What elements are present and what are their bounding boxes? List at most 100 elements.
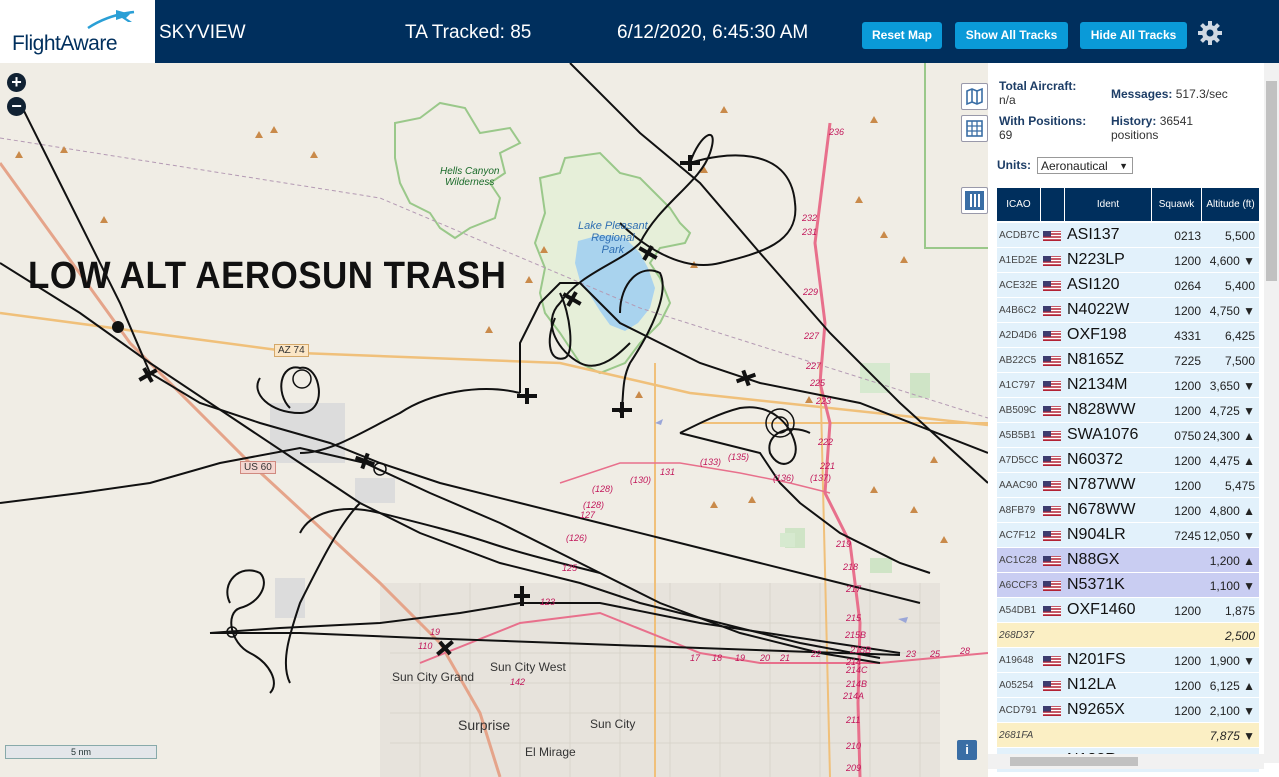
cell-squawk: 1200 xyxy=(1174,404,1201,418)
map-canvas[interactable]: 236 232 231 229 227 227 225 223 222 221 219 218 … xyxy=(0,63,988,777)
svg-text:214A: 214A xyxy=(842,691,864,701)
table-row[interactable]: A19648 N201FS 1200 1,900 ▼ xyxy=(997,647,1259,672)
table-row[interactable]: A5B5B1 SWA1076 0750 24,300 ▲ xyxy=(997,422,1259,447)
table-row[interactable]: ACD791 N9265X 1200 2,100 ▼ xyxy=(997,697,1259,722)
cell-ident: N88GX xyxy=(1067,551,1120,568)
table-row[interactable]: 2681FA 7,875 ▼ xyxy=(997,722,1259,747)
svg-text:210: 210 xyxy=(845,741,861,751)
table-row[interactable]: AB509C N828WW 1200 4,725 ▼ xyxy=(997,397,1259,422)
columns-toggle-button[interactable] xyxy=(961,187,988,214)
svg-text:23: 23 xyxy=(905,649,916,659)
cell-altitude: 1,200 ▲ xyxy=(1209,554,1255,568)
with-positions-label: With Positions: xyxy=(999,114,1087,128)
cell-altitude: 2,100 ▼ xyxy=(1209,704,1255,718)
map-label-el-mirage: El Mirage xyxy=(525,745,576,759)
cell-altitude: 4,600 ▼ xyxy=(1209,254,1255,268)
svg-text:225: 225 xyxy=(809,378,826,388)
table-row[interactable]: ACE32E ASI120 0264 5,400 xyxy=(997,272,1259,297)
table-row[interactable]: A54DB1 OXF1460 1200 1,875 xyxy=(997,597,1259,622)
col-header-ident[interactable]: Ident xyxy=(1065,188,1151,221)
cell-altitude: 1,875 xyxy=(1224,604,1255,618)
table-row[interactable]: A05254 N12LA 1200 6,125 ▲ xyxy=(997,672,1259,697)
table-row[interactable]: AB22C5 N8165Z 7225 7,500 xyxy=(997,347,1259,372)
us-flag-icon xyxy=(1043,556,1061,566)
messages-label: Messages: xyxy=(1111,87,1173,101)
col-header-altitude[interactable]: Altitude (ft) xyxy=(1202,188,1259,221)
zoom-out-button[interactable]: − xyxy=(7,97,26,116)
us-flag-icon xyxy=(1043,456,1061,466)
table-row[interactable]: AC1C28 N88GX 1,200 ▲ xyxy=(997,547,1259,572)
col-header-flag[interactable] xyxy=(1041,188,1064,221)
cell-ident: N787WW xyxy=(1067,476,1136,493)
cell-ident: N9265X xyxy=(1067,701,1125,718)
svg-text:142: 142 xyxy=(510,677,525,687)
cell-squawk: 1200 xyxy=(1174,304,1201,318)
horizontal-scrollbar[interactable] xyxy=(988,754,1264,769)
table-row[interactable]: A8FB79 N678WW 1200 4,800 ▲ xyxy=(997,497,1259,522)
table-row[interactable]: A4B6C2 N4022W 1200 4,750 ▼ xyxy=(997,297,1259,322)
units-label: Units: xyxy=(997,158,1031,172)
svg-text:(133): (133) xyxy=(700,457,721,467)
col-header-squawk[interactable]: Squawk xyxy=(1152,188,1201,221)
cell-ident: N4022W xyxy=(1067,301,1130,318)
scrollbar-thumb[interactable] xyxy=(1266,81,1277,281)
chevron-down-icon: ▼ xyxy=(1119,161,1128,171)
map-label-surprise: Surprise xyxy=(458,717,511,733)
us-flag-icon xyxy=(1043,681,1061,691)
us-flag-icon xyxy=(1043,306,1061,316)
table-row[interactable]: A1C797 N2134M 1200 3,650 ▼ xyxy=(997,372,1259,397)
svg-text:25: 25 xyxy=(929,649,941,659)
svg-text:215: 215 xyxy=(845,613,862,623)
table-row[interactable]: AAAC90 N787WW 1200 5,475 xyxy=(997,472,1259,497)
cell-ident: N2134M xyxy=(1067,376,1128,393)
table-row[interactable]: A6CCF3 N5371K 1,100 ▼ xyxy=(997,572,1259,597)
units-select[interactable]: Aeronautical ▼ xyxy=(1037,157,1133,174)
map-icon xyxy=(966,87,983,106)
svg-text:127: 127 xyxy=(580,510,596,520)
show-all-tracks-button[interactable]: Show All Tracks xyxy=(955,22,1068,49)
hide-all-tracks-button[interactable]: Hide All Tracks xyxy=(1080,22,1187,49)
cell-icao: A7D5CC xyxy=(999,455,1039,466)
map-label-az74: AZ 74 xyxy=(274,344,309,357)
logo-plane-icon xyxy=(87,10,135,30)
table-row[interactable]: A2D4D6 OXF198 4331 6,425 xyxy=(997,322,1259,347)
map-label-us60: US 60 xyxy=(240,461,276,474)
reset-map-button[interactable]: Reset Map xyxy=(862,22,942,49)
col-header-icao[interactable]: ICAO xyxy=(997,188,1040,221)
cell-altitude: 6,125 ▲ xyxy=(1209,679,1255,693)
table-row[interactable]: A1ED2E N223LP 1200 4,600 ▼ xyxy=(997,247,1259,272)
table-row[interactable]: ACDB7C ASI137 0213 5,500 xyxy=(997,222,1259,247)
grid-toggle-button[interactable] xyxy=(961,115,988,142)
cell-icao: 268D37 xyxy=(999,630,1035,641)
cell-icao: A5B5B1 xyxy=(999,430,1036,441)
cell-altitude: 2,500 xyxy=(1224,629,1255,643)
svg-text:231: 231 xyxy=(801,227,817,237)
info-icon[interactable]: i xyxy=(957,740,977,760)
cell-squawk: 1200 xyxy=(1174,254,1201,268)
cell-icao: A1ED2E xyxy=(999,255,1038,266)
table-row[interactable]: 268D37 2,500 xyxy=(997,622,1259,647)
cell-ident: SWA1076 xyxy=(1067,426,1139,443)
gear-icon[interactable] xyxy=(1196,19,1224,47)
cell-ident: N201FS xyxy=(1067,651,1126,668)
cell-icao: A6CCF3 xyxy=(999,580,1038,591)
map-layers-button[interactable] xyxy=(961,83,988,110)
cell-squawk: 7245 xyxy=(1174,529,1201,543)
cell-icao: A4B6C2 xyxy=(999,305,1037,316)
us-flag-icon xyxy=(1043,381,1061,391)
svg-text:214C: 214C xyxy=(845,665,868,675)
cell-squawk: 1200 xyxy=(1174,454,1201,468)
horizontal-scrollbar-thumb[interactable] xyxy=(1010,757,1138,766)
table-row[interactable]: A7D5CC N60372 1200 4,475 ▲ xyxy=(997,447,1259,472)
svg-text:125: 125 xyxy=(562,563,578,573)
flightaware-logo[interactable]: FlightAware xyxy=(0,0,155,63)
panel-scrollbar[interactable] xyxy=(1264,63,1279,763)
svg-text:18: 18 xyxy=(712,653,722,663)
table-row[interactable]: AC7F12 N904LR 7245 12,050 ▼ xyxy=(997,522,1259,547)
cell-icao: AAAC90 xyxy=(999,480,1038,491)
cell-squawk: 0750 xyxy=(1174,429,1201,443)
history-label: History: xyxy=(1111,114,1157,128)
cell-icao: ACDB7C xyxy=(999,230,1040,241)
scale-bar: 5 nm xyxy=(5,745,157,759)
zoom-in-button[interactable]: + xyxy=(7,73,26,92)
